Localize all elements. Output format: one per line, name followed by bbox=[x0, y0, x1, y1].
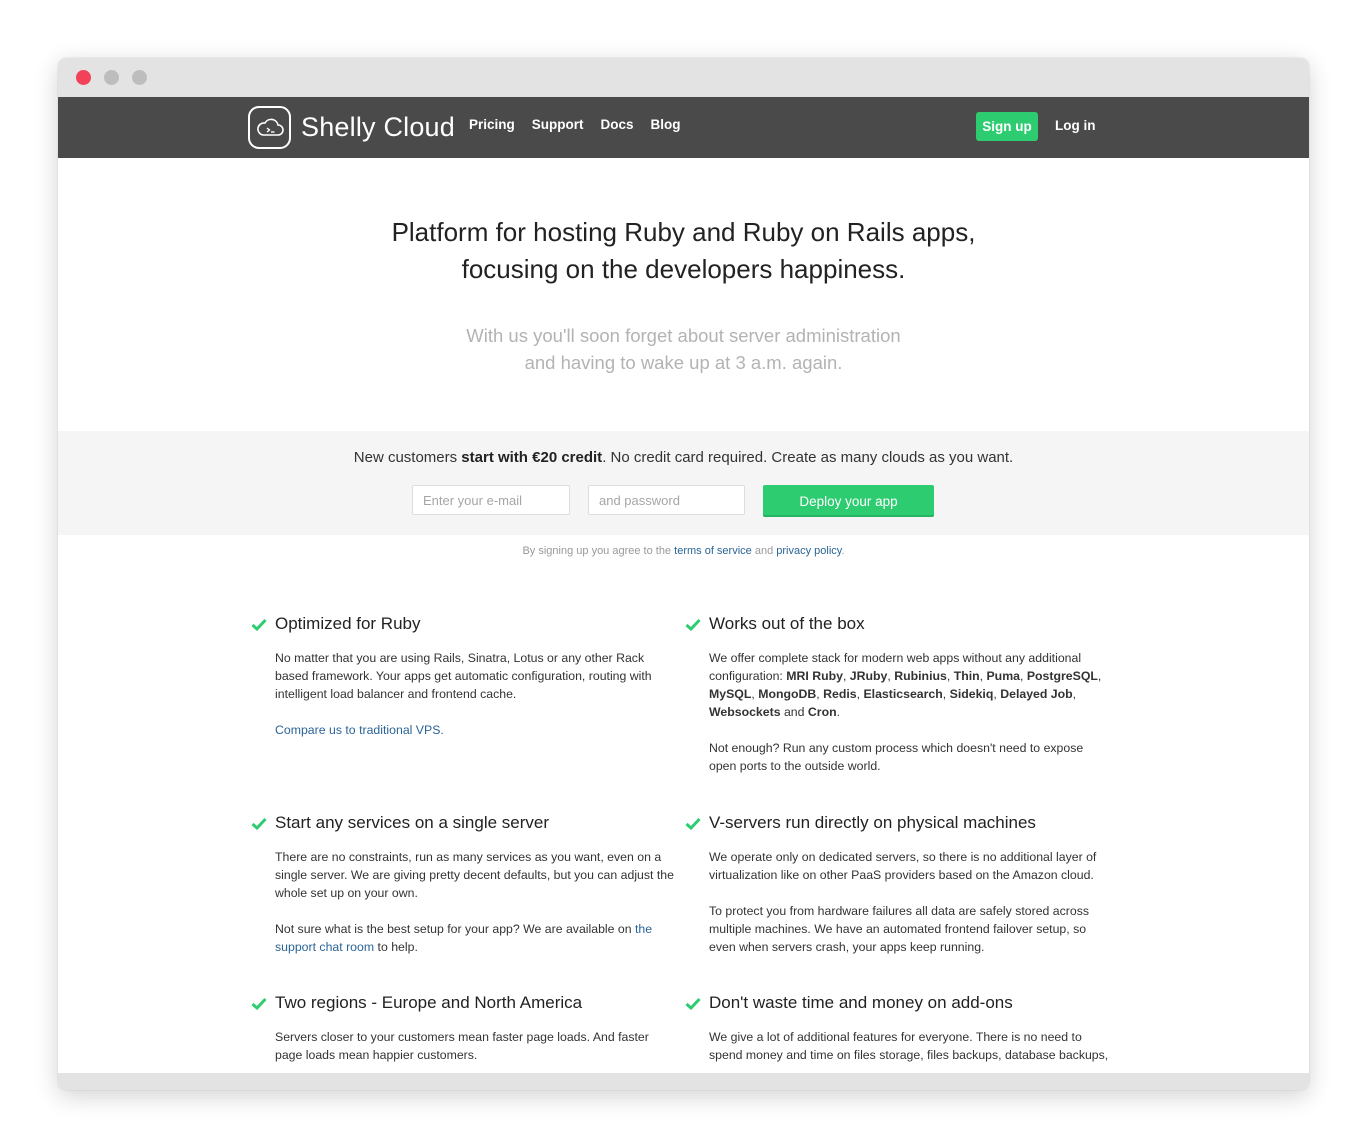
close-window-button[interactable] bbox=[76, 70, 91, 85]
separator: , bbox=[1072, 687, 1077, 701]
terms-notice: By signing up you agree to the terms of … bbox=[58, 545, 1309, 557]
feature-text: There are no constraints, run as many se… bbox=[275, 850, 674, 900]
link-suffix: . bbox=[440, 723, 444, 737]
stack-item: MySQL bbox=[709, 687, 752, 701]
separator: and bbox=[780, 705, 808, 719]
feature-text: No matter that you are using Rails, Sina… bbox=[275, 651, 652, 701]
minimize-window-button[interactable] bbox=[104, 70, 119, 85]
nav-link-pricing[interactable]: Pricing bbox=[469, 117, 515, 132]
maximize-window-button[interactable] bbox=[132, 70, 147, 85]
stack-item: Elasticsearch bbox=[863, 687, 943, 701]
top-navbar: Shelly Cloud Pricing Support Docs Blog S… bbox=[58, 97, 1309, 158]
feature-title: Start any services on a single server bbox=[275, 813, 550, 832]
feature-text: We give a lot of additional features for… bbox=[709, 1030, 1109, 1062]
hero-section: Platform for hosting Ruby and Ruby on Ra… bbox=[58, 158, 1309, 431]
check-icon bbox=[685, 615, 709, 633]
feature-text: We offer complete stack for modern web a… bbox=[709, 649, 1109, 721]
separator: , bbox=[1097, 669, 1102, 683]
offer-highlight: start with €20 credit bbox=[461, 449, 603, 466]
credit-offer-text: New customers start with €20 credit. No … bbox=[58, 449, 1309, 466]
deploy-app-button[interactable]: Deploy your app bbox=[763, 485, 934, 517]
feature-title: Don't waste time and money on add-ons bbox=[709, 993, 1013, 1012]
signup-button[interactable]: Sign up bbox=[976, 112, 1038, 141]
feature-text-more: To protect you from hardware failures al… bbox=[709, 904, 1090, 954]
terms-suffix: . bbox=[841, 545, 845, 557]
check-icon bbox=[685, 814, 709, 832]
terms-of-service-link[interactable]: terms of service bbox=[674, 545, 752, 557]
feature-optimized-ruby: Optimized for Ruby No matter that you ar… bbox=[251, 613, 675, 739]
feature-two-regions: Two regions - Europe and North America S… bbox=[251, 992, 675, 1064]
stack-item: MongoDB bbox=[758, 687, 817, 701]
hero-title-line-2: focusing on the developers happiness. bbox=[461, 254, 906, 284]
feature-works-out-of-box: Works out of the box We offer complete s… bbox=[685, 613, 1109, 775]
feature-no-addons: Don't waste time and money on add-ons We… bbox=[685, 992, 1109, 1064]
separator: , bbox=[946, 669, 954, 683]
stack-item: Rubinius bbox=[894, 669, 947, 683]
hero-title: Platform for hosting Ruby and Ruby on Ra… bbox=[58, 214, 1309, 288]
logo[interactable]: Shelly Cloud bbox=[248, 106, 455, 149]
hero-title-line-1: Platform for hosting Ruby and Ruby on Ra… bbox=[391, 217, 976, 247]
stack-item: Websockets bbox=[709, 705, 781, 719]
feature-link-line: Compare us to traditional VPS. bbox=[275, 721, 675, 739]
separator: , bbox=[942, 687, 950, 701]
window-titlebar bbox=[58, 58, 1309, 97]
feature-start-services: Start any services on a single server Th… bbox=[251, 812, 675, 956]
stack-item: Delayed Job bbox=[1000, 687, 1073, 701]
check-icon bbox=[251, 615, 275, 633]
nav-link-support[interactable]: Support bbox=[532, 117, 584, 132]
cloud-terminal-icon bbox=[248, 106, 291, 149]
feature-title: V-servers run directly on physical machi… bbox=[709, 813, 1036, 832]
feature-title: Works out of the box bbox=[709, 614, 865, 633]
feature-help-line: Not sure what is the best setup for your… bbox=[275, 920, 675, 956]
terms-prefix: By signing up you agree to the bbox=[522, 545, 675, 557]
separator: , bbox=[1019, 669, 1027, 683]
help-prefix: Not sure what is the best setup for your… bbox=[275, 922, 636, 936]
password-input[interactable] bbox=[588, 485, 745, 515]
login-link[interactable]: Log in bbox=[1055, 118, 1096, 133]
check-icon bbox=[251, 994, 275, 1012]
email-input[interactable] bbox=[412, 485, 570, 515]
compare-vps-link[interactable]: Compare us to traditional VPS bbox=[275, 723, 440, 737]
stack-item: PostgreSQL bbox=[1026, 669, 1098, 683]
signup-band: New customers start with €20 credit. No … bbox=[58, 431, 1309, 535]
check-icon bbox=[685, 994, 709, 1012]
terms-and: and bbox=[751, 545, 777, 557]
stack-item: Redis bbox=[823, 687, 857, 701]
period: . bbox=[836, 705, 841, 719]
stack-item: MRI Ruby bbox=[786, 669, 843, 683]
offer-suffix: . No credit card required. Create as man… bbox=[602, 449, 1014, 466]
check-icon bbox=[251, 814, 275, 832]
help-suffix: to help. bbox=[374, 940, 418, 954]
stack-item: Cron bbox=[807, 705, 837, 719]
hero-subtitle-line-2: and having to wake up at 3 a.m. again. bbox=[524, 352, 843, 373]
stack-item: Thin bbox=[953, 669, 980, 683]
feature-title: Optimized for Ruby bbox=[275, 614, 421, 633]
separator: , bbox=[842, 669, 850, 683]
nav-link-docs[interactable]: Docs bbox=[601, 117, 634, 132]
stack-item: Sidekiq bbox=[949, 687, 994, 701]
nav-link-blog[interactable]: Blog bbox=[651, 117, 681, 132]
brand-name: Shelly Cloud bbox=[301, 112, 455, 142]
window-bottom-bar bbox=[58, 1073, 1309, 1090]
privacy-policy-link[interactable]: privacy policy bbox=[776, 545, 841, 557]
feature-text: Servers closer to your customers mean fa… bbox=[275, 1030, 649, 1062]
offer-prefix: New customers bbox=[353, 449, 462, 466]
feature-physical-machines: V-servers run directly on physical machi… bbox=[685, 812, 1109, 956]
stack-item: Puma bbox=[986, 669, 1020, 683]
feature-text: We operate only on dedicated servers, so… bbox=[709, 850, 1097, 882]
hero-subtitle: With us you'll soon forget about server … bbox=[58, 322, 1309, 376]
stack-item: JRuby bbox=[849, 669, 888, 683]
browser-window: Shelly Cloud Pricing Support Docs Blog S… bbox=[58, 58, 1309, 1090]
feature-text-more: Not enough? Run any custom process which… bbox=[709, 741, 1084, 773]
hero-subtitle-line-1: With us you'll soon forget about server … bbox=[466, 325, 901, 346]
nav-links: Pricing Support Docs Blog bbox=[469, 117, 681, 132]
feature-title: Two regions - Europe and North America bbox=[275, 993, 583, 1012]
